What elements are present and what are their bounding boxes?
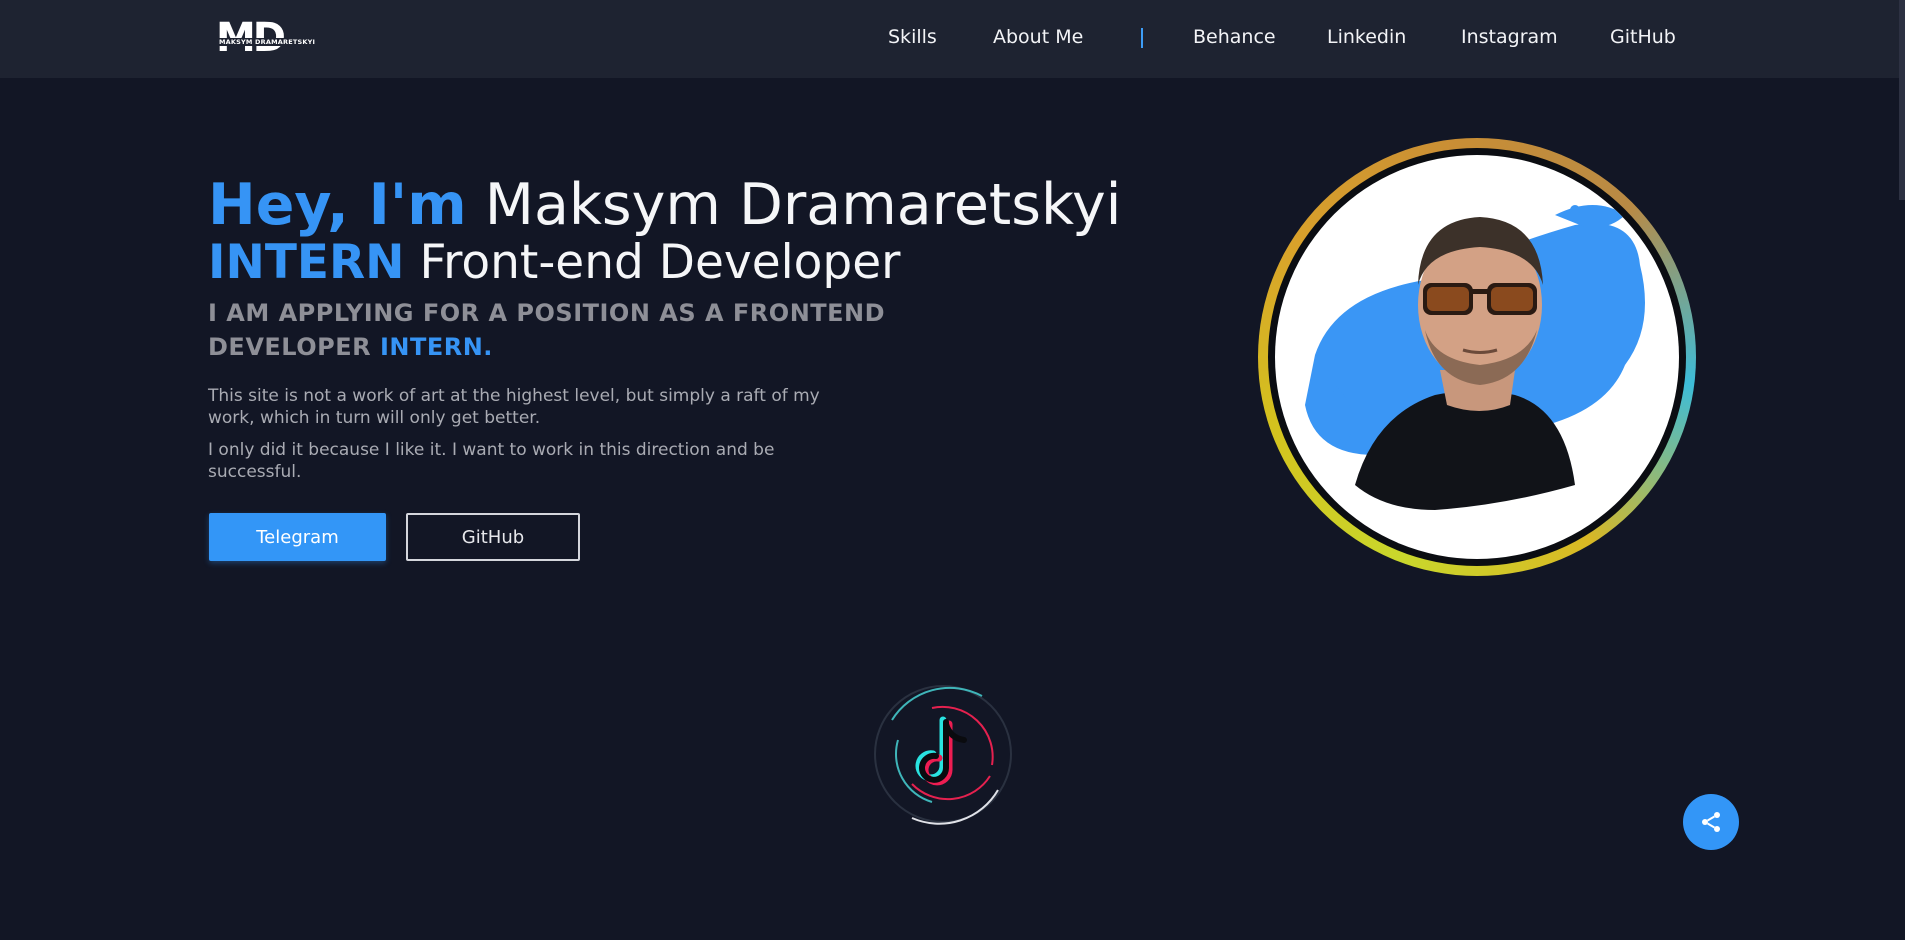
hero-paragraph-1: This site is not a work of art at the hi… [208,386,820,428]
hero-role-accent: INTERN [208,235,405,290]
avatar-illustration [1305,205,1645,510]
page-scrollbar[interactable] [1899,0,1905,200]
hero-role: INTERN Front-end Developer [208,234,901,292]
site-header: MD MAKSYM DRAMARETSKYI Skills About Me B… [0,0,1905,78]
nav-about-me[interactable]: About Me [993,26,1083,48]
hero-title: Hey, I'm Maksym Dramaretskyi [208,170,1122,240]
nav-instagram[interactable]: Instagram [1461,26,1558,48]
hero-subtitle: I AM APPLYING FOR A POSITION AS A FRONTE… [208,296,928,364]
hero-name: Maksym Dramaretskyi [484,172,1122,238]
telegram-button[interactable]: Telegram [209,513,386,561]
nav-divider [1141,28,1143,48]
tiktok-icon[interactable] [872,680,1014,828]
hero-subtitle-text: I AM APPLYING FOR A POSITION AS A FRONTE… [208,299,886,361]
share-button[interactable] [1683,794,1739,850]
hero-subtitle-accent: INTERN. [379,333,493,361]
logo-name: MAKSYM DRAMARETSKYI [218,38,317,46]
github-button[interactable]: GitHub [406,513,580,561]
nav-github[interactable]: GitHub [1610,26,1676,48]
hero-paragraph-2: I only did it because I like it. I want … [208,440,775,482]
nav-linkedin[interactable]: Linkedin [1327,26,1406,48]
nav-skills[interactable]: Skills [888,26,937,48]
hero-greeting: Hey, I'm [208,172,467,238]
hero-role-text: Front-end Developer [419,235,901,290]
avatar [1258,138,1696,576]
nav-behance[interactable]: Behance [1193,26,1276,48]
avatar-photo [1275,155,1679,559]
site-logo[interactable]: MD MAKSYM DRAMARETSKYI [216,15,317,61]
share-icon [1702,812,1720,832]
